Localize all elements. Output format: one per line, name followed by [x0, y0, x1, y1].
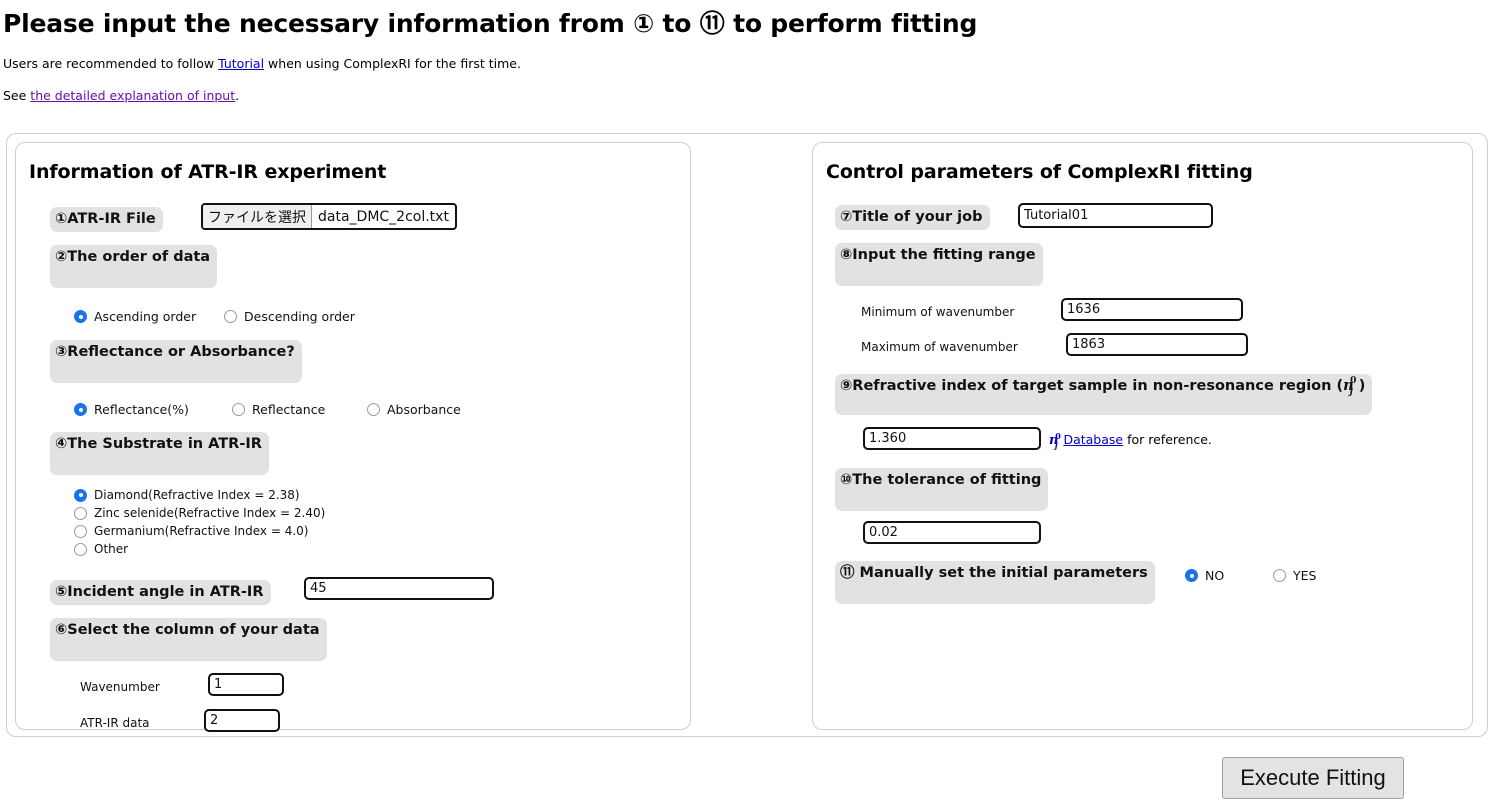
radio-substrate-zinc-selenide[interactable]: Zinc selenide(Refractive Index = 2.40) [74, 506, 325, 520]
q11-label-wrap: ⑪ Manually set the initial parameters [835, 561, 1155, 604]
panel-atr-ir-experiment: Information of ATR-IR experiment ①ATR-IR… [15, 142, 691, 732]
panel-control-parameters: Control parameters of ComplexRI fitting … [812, 142, 1473, 730]
radio-ascending-order[interactable]: Ascending order [74, 309, 224, 324]
radio-manual-yes-icon[interactable] [1273, 569, 1286, 582]
radio-substrate-zinc-selenide-icon[interactable] [74, 506, 87, 520]
q2-radio-group: Ascending order Descending order [74, 309, 494, 324]
q5-label: ⑤Incident angle in ATR-IR [50, 580, 271, 605]
form-container: Information of ATR-IR experiment ①ATR-IR… [6, 133, 1488, 737]
q8-label-wrap: ⑧Input the fitting range [835, 243, 1043, 286]
radio-substrate-germanium-icon[interactable] [74, 524, 87, 538]
tolerance-input[interactable] [863, 521, 1041, 544]
radio-absorbance-label: Absorbance [387, 402, 461, 417]
q9-label-close: ) [1358, 378, 1366, 394]
radio-ascending-order-label: Ascending order [94, 309, 197, 324]
q2-label-wrap: ②The order of data [50, 245, 218, 288]
atr-ir-data-column-input[interactable] [204, 709, 280, 732]
execute-fitting-button[interactable]: Execute Fitting [1222, 757, 1404, 799]
intro-text-pre: Users are recommended to follow [3, 56, 219, 71]
q11-radio-group: NO YES [1185, 568, 1385, 583]
radio-descending-order-label: Descending order [244, 309, 355, 324]
q11-label: ⑪ Manually set the initial parameters [835, 561, 1155, 604]
left-panel-title: Information of ATR-IR experiment [29, 161, 387, 183]
radio-substrate-other-label: Other [94, 542, 129, 556]
radio-absorbance-icon[interactable] [367, 403, 380, 416]
radio-substrate-other-icon[interactable] [74, 542, 87, 556]
radio-reflectance[interactable]: Reflectance [232, 402, 367, 417]
detailed-explanation-link[interactable]: the detailed explanation of input [30, 88, 235, 103]
atr-ir-file-input[interactable]: ファイルを選択 data_DMC_2col.txt [201, 203, 457, 230]
q3-radio-group: Reflectance(%) Reflectance Absorbance [74, 402, 524, 417]
radio-reflectance-percent[interactable]: Reflectance(%) [74, 402, 232, 417]
radio-reflectance-percent-label: Reflectance(%) [94, 402, 189, 417]
n0j-symbol-link: n0j [1049, 431, 1061, 451]
intro-line-explanation: See the detailed explanation of input. [3, 88, 1500, 104]
radio-substrate-zinc-selenide-label: Zinc selenide(Refractive Index = 2.40) [94, 506, 326, 520]
max-wavenumber-label: Maximum of wavenumber [861, 340, 1018, 354]
radio-substrate-diamond-label: Diamond(Refractive Index = 2.38) [94, 488, 300, 502]
min-wavenumber-input[interactable] [1061, 298, 1243, 321]
q4-label-wrap: ④The Substrate in ATR-IR [50, 432, 269, 475]
q9-label-text: ⑨Refractive index of target sample in no… [840, 378, 1344, 394]
wavenumber-column-label: Wavenumber [80, 680, 160, 694]
tutorial-link[interactable]: Tutorial [218, 56, 264, 71]
file-name-text: data_DMC_2col.txt [318, 208, 449, 225]
q2-label: ②The order of data [50, 245, 218, 288]
see-text: See [3, 88, 31, 104]
radio-manual-no-icon[interactable] [1185, 569, 1198, 582]
radio-substrate-other[interactable]: Other [74, 542, 325, 556]
radio-reflectance-percent-icon[interactable] [74, 403, 87, 416]
incident-angle-input[interactable] [304, 577, 494, 600]
period-text: . [235, 88, 240, 104]
file-choose-button[interactable]: ファイルを選択 [203, 205, 312, 228]
n0j-database-suffix: for reference. [1123, 432, 1212, 447]
max-wavenumber-input[interactable] [1066, 333, 1248, 356]
radio-reflectance-icon[interactable] [232, 403, 245, 416]
radio-substrate-germanium-label: Germanium(Refractive Index = 4.0) [94, 524, 309, 538]
radio-absorbance[interactable]: Absorbance [367, 402, 461, 417]
q10-label-wrap: ⑩The tolerance of fitting [835, 468, 1049, 511]
refractive-index-input[interactable] [863, 427, 1041, 450]
job-title-input[interactable] [1018, 203, 1213, 228]
radio-ascending-order-icon[interactable] [74, 310, 87, 323]
q5-label-wrap: ⑤Incident angle in ATR-IR [50, 580, 271, 605]
q6-label-wrap: ⑥Select the column of your data [50, 618, 327, 661]
q9-label: ⑨Refractive index of target sample in no… [835, 374, 1373, 415]
q7-label-wrap: ⑦Title of your job [835, 205, 990, 230]
wavenumber-column-input[interactable] [208, 673, 284, 696]
n0j-database-link[interactable]: Database [1063, 432, 1123, 447]
radio-manual-no[interactable]: NO [1185, 568, 1273, 583]
q8-label: ⑧Input the fitting range [835, 243, 1043, 286]
q9-label-wrap: ⑨Refractive index of target sample in no… [835, 374, 1373, 415]
q7-label: ⑦Title of your job [835, 205, 990, 230]
q10-label: ⑩The tolerance of fitting [835, 468, 1049, 511]
q3-label-wrap: ③Reflectance or Absorbance? [50, 340, 302, 383]
radio-manual-yes[interactable]: YES [1273, 568, 1316, 583]
q1-label: ①ATR-IR File [50, 207, 163, 232]
radio-descending-order[interactable]: Descending order [224, 309, 355, 324]
q4-label: ④The Substrate in ATR-IR [50, 432, 269, 475]
radio-substrate-germanium[interactable]: Germanium(Refractive Index = 4.0) [74, 524, 325, 538]
radio-manual-yes-label: YES [1293, 568, 1317, 583]
q6-label: ⑥Select the column of your data [50, 618, 327, 661]
radio-manual-no-label: NO [1205, 568, 1225, 583]
intro-line-tutorial: Users are recommended to follow Tutorial… [3, 56, 1500, 72]
atr-ir-data-column-label: ATR-IR data [80, 716, 150, 730]
q1-label-wrap: ①ATR-IR File [50, 207, 163, 232]
radio-substrate-diamond[interactable]: Diamond(Refractive Index = 2.38) [74, 488, 325, 502]
radio-descending-order-icon[interactable] [224, 310, 237, 323]
page-root: Please input the necessary information f… [0, 9, 1500, 802]
radio-substrate-diamond-icon[interactable] [74, 488, 87, 502]
page-title: Please input the necessary information f… [3, 9, 978, 38]
intro-text-post: when using ComplexRI for the first time. [264, 56, 521, 71]
q3-label: ③Reflectance or Absorbance? [50, 340, 302, 383]
n0j-database-reference: n 0 j Database for reference. [1049, 431, 1212, 451]
right-panel-title: Control parameters of ComplexRI fitting [826, 161, 1253, 183]
n0j-symbol: n0j [1343, 375, 1357, 397]
min-wavenumber-label: Minimum of wavenumber [861, 305, 1015, 319]
radio-reflectance-label: Reflectance [252, 402, 326, 417]
q4-radio-group: Diamond(Refractive Index = 2.38) Zinc se… [74, 488, 325, 556]
